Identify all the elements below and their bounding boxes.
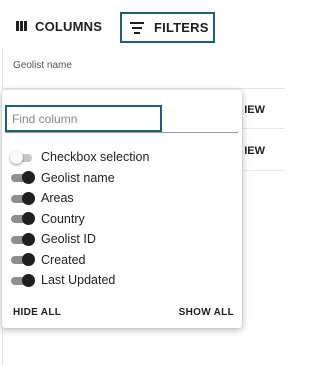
- filter-list-icon: [130, 21, 144, 34]
- toggle-switch[interactable]: [10, 150, 35, 164]
- toggle-switch[interactable]: [10, 273, 35, 287]
- column-toggle-last-updated[interactable]: Last Updated: [10, 270, 235, 291]
- hide-all-button[interactable]: HIDE ALL: [13, 307, 61, 318]
- column-toggle-areas[interactable]: Areas: [10, 188, 235, 209]
- toggle-switch[interactable]: [10, 232, 35, 246]
- column-toggle-label: Geolist ID: [41, 232, 96, 247]
- toggle-switch[interactable]: [10, 212, 35, 226]
- view-column-icon: [16, 21, 27, 31]
- find-column-underline: [5, 132, 238, 133]
- column-toggle-label: Areas: [41, 191, 74, 206]
- columns-panel-footer: HIDE ALL SHOW ALL: [2, 307, 242, 321]
- grid-toolbar: COLUMNS FILTERS: [0, 0, 284, 48]
- column-toggle-list: Checkbox selection Geolist name Areas Co…: [10, 147, 235, 291]
- toggle-switch[interactable]: [10, 191, 35, 205]
- show-all-button[interactable]: SHOW ALL: [179, 307, 234, 318]
- column-toggle-checkbox-selection[interactable]: Checkbox selection: [10, 147, 235, 168]
- column-toggle-label: Geolist name: [41, 170, 115, 185]
- columns-button[interactable]: COLUMNS: [16, 11, 102, 41]
- column-toggle-label: Created: [41, 252, 86, 267]
- row-view-button[interactable]: IEW: [244, 104, 265, 116]
- column-toggle-geolist-name[interactable]: Geolist name: [10, 168, 235, 189]
- columns-button-label: COLUMNS: [35, 18, 103, 34]
- header-divider: [3, 88, 285, 89]
- column-toggle-label: Last Updated: [41, 273, 116, 288]
- column-toggle-label: Country: [41, 211, 85, 226]
- column-toggle-geolist-id[interactable]: Geolist ID: [10, 229, 235, 250]
- column-toggle-created[interactable]: Created: [10, 250, 235, 271]
- columns-panel: Checkbox selection Geolist name Areas Co…: [2, 90, 242, 328]
- toggle-switch[interactable]: [10, 171, 35, 185]
- row-view-button[interactable]: IEW: [244, 145, 265, 157]
- find-column-input[interactable]: [5, 105, 162, 132]
- column-toggle-label: Checkbox selection: [41, 150, 150, 165]
- toggle-switch[interactable]: [10, 253, 35, 267]
- column-header-geolist-name[interactable]: Geolist name: [13, 60, 72, 71]
- column-toggle-country[interactable]: Country: [10, 209, 235, 230]
- filters-button-label: FILTERS: [154, 20, 209, 35]
- filters-button[interactable]: FILTERS: [120, 12, 215, 43]
